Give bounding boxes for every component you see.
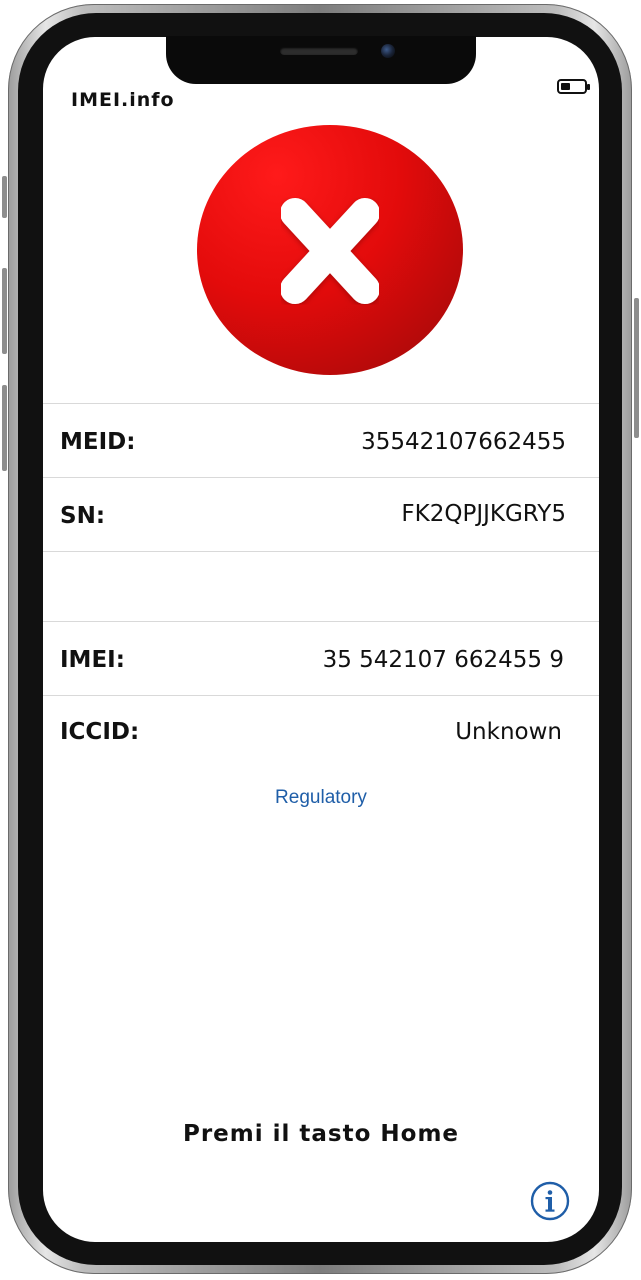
divider: [43, 477, 599, 478]
screen: IMEI.info MEID: 35542107662455 SN: FK2QP…: [43, 37, 599, 1242]
divider: [43, 551, 599, 552]
sn-value: FK2QPJJKGRY5: [401, 501, 566, 527]
battery-icon: [557, 79, 590, 94]
app-brand: IMEI.info: [71, 89, 175, 111]
power-button: [634, 298, 639, 438]
divider: [43, 403, 599, 404]
error-status-icon: [197, 125, 463, 375]
divider: [43, 695, 599, 696]
x-mark-icon: [280, 198, 380, 304]
iccid-label: ICCID:: [60, 719, 140, 745]
volume-down-button: [2, 385, 7, 471]
meid-value: 35542107662455: [361, 429, 566, 455]
front-camera: [381, 44, 395, 58]
imei-label: IMEI:: [60, 647, 125, 673]
notch: [166, 36, 476, 84]
sn-label: SN:: [60, 503, 106, 529]
divider: [43, 621, 599, 622]
volume-up-button: [2, 268, 7, 354]
regulatory-link[interactable]: Regulatory: [43, 787, 599, 809]
imei-value: 35 542107 662455 9: [322, 647, 564, 673]
mute-switch: [2, 176, 7, 218]
earpiece-speaker: [280, 47, 358, 55]
home-button-hint: Premi il tasto Home: [182, 1121, 460, 1147]
battery-level: [561, 83, 570, 90]
meid-label: MEID:: [60, 429, 136, 455]
info-icon[interactable]: [530, 1181, 570, 1221]
iccid-value: Unknown: [455, 719, 562, 745]
